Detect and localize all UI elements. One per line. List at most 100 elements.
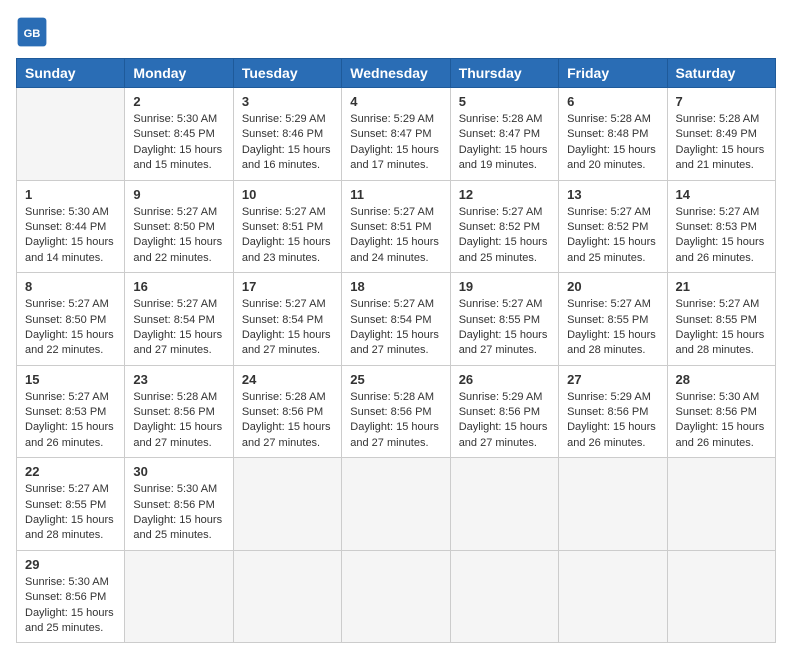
day-number: 12 <box>459 187 550 202</box>
day-info: Sunrise: 5:30 AM Sunset: 8:56 PM Dayligh… <box>133 482 224 544</box>
day-number: 4 <box>350 94 441 109</box>
calendar-week-3: 15 Sunrise: 5:27 AM Sunset: 8:53 PM Dayli… <box>17 365 776 458</box>
day-number: 1 <box>25 187 116 202</box>
day-info: Sunrise: 5:28 AM Sunset: 8:47 PM Dayligh… <box>459 112 550 174</box>
calendar-cell: 20Sunrise: 5:27 AM Sunset: 8:55 PM Dayli… <box>559 273 667 366</box>
calendar-header-tuesday: Tuesday <box>233 59 341 88</box>
calendar-week-5: 29 Sunrise: 5:30 AM Sunset: 8:56 PM Dayli… <box>17 550 776 643</box>
calendar-header-wednesday: Wednesday <box>342 59 450 88</box>
day-number: 9 <box>133 187 224 202</box>
day-info: Sunrise: 5:28 AM Sunset: 8:49 PM Dayligh… <box>676 112 767 174</box>
day-number: 19 <box>459 279 550 294</box>
calendar-cell: 17 Sunrise: 5:27 AM Sunset: 8:54 PM Dayli… <box>233 273 341 366</box>
day-info: Sunrise: 5:27 AM Sunset: 8:53 PM Dayligh… <box>25 390 116 452</box>
calendar-cell: 12 Sunrise: 5:27 AM Sunset: 8:52 PM Dayli… <box>450 180 558 273</box>
day-info: Sunrise: 5:27 AM Sunset: 8:54 PM Dayligh… <box>242 297 333 359</box>
calendar-header-saturday: Saturday <box>667 59 775 88</box>
day-info: Sunrise: 5:27 AM Sunset: 8:52 PM Dayligh… <box>567 205 658 267</box>
day-number: 25 <box>350 372 441 387</box>
day-info: Sunrise: 5:27 AM Sunset: 8:50 PM Dayligh… <box>25 297 116 359</box>
day-number: 16 <box>133 279 224 294</box>
calendar-cell <box>667 458 775 551</box>
calendar-cell: 1 Sunrise: 5:30 AM Sunset: 8:44 PM Daylig… <box>17 180 125 273</box>
day-info: Sunrise: 5:30 AM Sunset: 8:56 PM Dayligh… <box>25 575 116 637</box>
day-number: 6 <box>567 94 658 109</box>
calendar-cell <box>559 550 667 643</box>
logo-icon: GB <box>16 16 48 48</box>
day-info: Sunrise: 5:27 AM Sunset: 8:51 PM Dayligh… <box>350 205 441 267</box>
day-number: 20 <box>567 279 658 294</box>
day-info: Sunrise: 5:29 AM Sunset: 8:56 PM Dayligh… <box>567 390 658 452</box>
calendar-cell: 10Sunrise: 5:27 AM Sunset: 8:51 PM Dayli… <box>233 180 341 273</box>
day-number: 5 <box>459 94 550 109</box>
calendar-cell: 2 Sunrise: 5:30 AM Sunset: 8:45 PM Daylig… <box>125 88 233 181</box>
calendar-cell <box>17 88 125 181</box>
calendar-cell <box>342 458 450 551</box>
day-info: Sunrise: 5:27 AM Sunset: 8:54 PM Dayligh… <box>350 297 441 359</box>
calendar-cell <box>342 550 450 643</box>
calendar-cell <box>125 550 233 643</box>
calendar-week-0: 2 Sunrise: 5:30 AM Sunset: 8:45 PM Daylig… <box>17 88 776 181</box>
day-info: Sunrise: 5:29 AM Sunset: 8:46 PM Dayligh… <box>242 112 333 174</box>
calendar-cell <box>450 550 558 643</box>
calendar-header-monday: Monday <box>125 59 233 88</box>
day-info: Sunrise: 5:27 AM Sunset: 8:55 PM Dayligh… <box>25 482 116 544</box>
day-number: 15 <box>25 372 116 387</box>
day-info: Sunrise: 5:27 AM Sunset: 8:53 PM Dayligh… <box>676 205 767 267</box>
calendar-cell: 29 Sunrise: 5:30 AM Sunset: 8:56 PM Dayli… <box>17 550 125 643</box>
day-info: Sunrise: 5:28 AM Sunset: 8:56 PM Dayligh… <box>350 390 441 452</box>
calendar-cell: 15 Sunrise: 5:27 AM Sunset: 8:53 PM Dayli… <box>17 365 125 458</box>
calendar-cell: 25 Sunrise: 5:28 AM Sunset: 8:56 PM Dayli… <box>342 365 450 458</box>
calendar-cell <box>559 458 667 551</box>
calendar-cell <box>450 458 558 551</box>
calendar-cell: 6 Sunrise: 5:28 AM Sunset: 8:48 PM Daylig… <box>559 88 667 181</box>
calendar-header-sunday: Sunday <box>17 59 125 88</box>
calendar-cell: 23Sunrise: 5:28 AM Sunset: 8:56 PM Dayli… <box>125 365 233 458</box>
calendar-cell: 26 Sunrise: 5:29 AM Sunset: 8:56 PM Dayli… <box>450 365 558 458</box>
calendar-cell: 14 Sunrise: 5:27 AM Sunset: 8:53 PM Dayli… <box>667 180 775 273</box>
calendar-cell: 11Sunrise: 5:27 AM Sunset: 8:51 PM Dayli… <box>342 180 450 273</box>
day-number: 7 <box>676 94 767 109</box>
calendar-header-thursday: Thursday <box>450 59 558 88</box>
day-number: 17 <box>242 279 333 294</box>
day-info: Sunrise: 5:28 AM Sunset: 8:56 PM Dayligh… <box>133 390 224 452</box>
calendar-cell: 4 Sunrise: 5:29 AM Sunset: 8:47 PM Daylig… <box>342 88 450 181</box>
day-number: 3 <box>242 94 333 109</box>
calendar-cell: 24Sunrise: 5:28 AM Sunset: 8:56 PM Dayli… <box>233 365 341 458</box>
day-info: Sunrise: 5:27 AM Sunset: 8:50 PM Dayligh… <box>133 205 224 267</box>
day-info: Sunrise: 5:27 AM Sunset: 8:51 PM Dayligh… <box>242 205 333 267</box>
calendar-cell <box>233 550 341 643</box>
day-number: 2 <box>133 94 224 109</box>
day-info: Sunrise: 5:30 AM Sunset: 8:44 PM Dayligh… <box>25 205 116 267</box>
day-number: 30 <box>133 464 224 479</box>
calendar-cell: 3 Sunrise: 5:29 AM Sunset: 8:46 PM Daylig… <box>233 88 341 181</box>
day-number: 8 <box>25 279 116 294</box>
day-number: 28 <box>676 372 767 387</box>
calendar-table: SundayMondayTuesdayWednesdayThursdayFrid… <box>16 58 776 643</box>
calendar-cell: 7 Sunrise: 5:28 AM Sunset: 8:49 PM Daylig… <box>667 88 775 181</box>
svg-text:GB: GB <box>24 28 41 40</box>
day-number: 26 <box>459 372 550 387</box>
day-info: Sunrise: 5:30 AM Sunset: 8:56 PM Dayligh… <box>676 390 767 452</box>
day-number: 29 <box>25 557 116 572</box>
calendar-cell <box>233 458 341 551</box>
day-info: Sunrise: 5:28 AM Sunset: 8:48 PM Dayligh… <box>567 112 658 174</box>
calendar-cell: 28 Sunrise: 5:30 AM Sunset: 8:56 PM Dayli… <box>667 365 775 458</box>
day-number: 18 <box>350 279 441 294</box>
day-number: 14 <box>676 187 767 202</box>
calendar-cell: 18 Sunrise: 5:27 AM Sunset: 8:54 PM Dayli… <box>342 273 450 366</box>
day-info: Sunrise: 5:27 AM Sunset: 8:52 PM Dayligh… <box>459 205 550 267</box>
calendar-week-2: 8 Sunrise: 5:27 AM Sunset: 8:50 PM Daylig… <box>17 273 776 366</box>
calendar-cell: 16Sunrise: 5:27 AM Sunset: 8:54 PM Dayli… <box>125 273 233 366</box>
calendar-week-1: 1 Sunrise: 5:30 AM Sunset: 8:44 PM Daylig… <box>17 180 776 273</box>
day-info: Sunrise: 5:29 AM Sunset: 8:56 PM Dayligh… <box>459 390 550 452</box>
calendar-cell: 8 Sunrise: 5:27 AM Sunset: 8:50 PM Daylig… <box>17 273 125 366</box>
day-info: Sunrise: 5:29 AM Sunset: 8:47 PM Dayligh… <box>350 112 441 174</box>
calendar-header-friday: Friday <box>559 59 667 88</box>
day-number: 24 <box>242 372 333 387</box>
day-info: Sunrise: 5:27 AM Sunset: 8:55 PM Dayligh… <box>676 297 767 359</box>
page-header: GB <box>16 16 776 48</box>
day-number: 13 <box>567 187 658 202</box>
day-info: Sunrise: 5:30 AM Sunset: 8:45 PM Dayligh… <box>133 112 224 174</box>
day-number: 22 <box>25 464 116 479</box>
